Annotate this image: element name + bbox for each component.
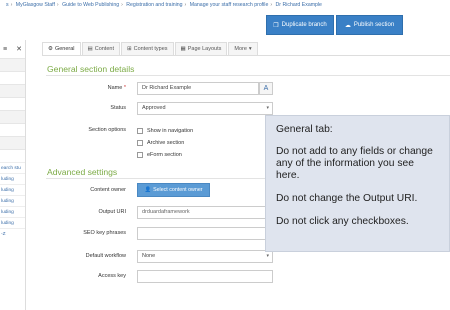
status-value: Approved: [142, 105, 166, 111]
tab-label: Page Layouts: [187, 45, 222, 52]
sidebar-row[interactable]: [0, 136, 25, 149]
show-in-navigation-checkbox[interactable]: [137, 127, 143, 134]
sidebar-row[interactable]: [0, 149, 25, 162]
default-workflow-label: Default workflow: [85, 253, 126, 259]
breadcrumb-link[interactable]: MyGlasgow Staff: [16, 2, 55, 8]
access-key-input[interactable]: [137, 270, 273, 283]
sidebar-row[interactable]: [0, 58, 25, 71]
advanced-section-title: Advanced settings: [47, 167, 118, 177]
sidebar-row[interactable]: [0, 71, 25, 84]
breadcrumb-separator: ›: [56, 2, 59, 8]
sidebar-item[interactable]: earch stu: [0, 162, 25, 173]
tab-general[interactable]: ⚙ General: [42, 42, 81, 55]
checkbox-label: eForm section: [147, 151, 182, 158]
breadcrumb-current[interactable]: Dr Richard Example: [276, 2, 322, 8]
sidebar-item[interactable]: luding: [0, 195, 25, 206]
default-workflow-select[interactable]: None ▾: [137, 250, 273, 263]
sidebar-item[interactable]: luding: [0, 217, 25, 228]
breadcrumb: s › MyGlasgow Staff › Guide to Web Publish…: [0, 2, 450, 14]
breadcrumb-separator: ›: [121, 2, 123, 8]
sidebar-item[interactable]: luding: [0, 206, 25, 217]
archive-section-checkbox[interactable]: [137, 139, 143, 146]
content-owner-label: Content owner: [90, 187, 126, 193]
tab-label: More: [234, 45, 247, 52]
output-uri-input[interactable]: drduardaframework: [137, 206, 273, 219]
publish-icon: ☁: [344, 22, 351, 29]
name-label: Name *: [36, 85, 126, 91]
section-divider: [46, 75, 450, 76]
archive-section-option: Archive section: [137, 138, 184, 147]
workflow-value: None: [142, 253, 156, 259]
callout-line: Do not change the Output URI.: [276, 193, 418, 204]
show-in-navigation-option: Show in navigation: [137, 126, 193, 135]
breadcrumb-separator: ›: [270, 2, 273, 8]
gear-icon: ⚙: [48, 45, 53, 52]
callout-title: General tab:: [276, 124, 333, 135]
copy-icon: ❐: [273, 22, 279, 29]
tab-divider: [42, 55, 450, 56]
chevron-down-icon: ▾: [266, 105, 269, 111]
eform-section-checkbox[interactable]: [137, 151, 143, 158]
sidebar-row[interactable]: [0, 123, 25, 136]
chevron-down-icon: ▾: [266, 253, 269, 259]
tab-label: Content types: [133, 45, 168, 52]
breadcrumb-separator: ›: [184, 2, 187, 8]
select-content-owner-label: Select content owner: [153, 187, 203, 193]
callout-line: Do not click any checkboxes.: [276, 216, 409, 227]
sidebar-row[interactable]: [0, 110, 25, 123]
user-icon: 👤: [144, 187, 152, 193]
document-icon: ▤: [87, 45, 93, 52]
output-uri-label: Output URI: [98, 209, 126, 215]
breadcrumb-link[interactable]: Manage your staff research profile: [190, 2, 269, 8]
layout-icon: ▦: [180, 45, 186, 52]
breadcrumb-separator: ›: [10, 2, 13, 8]
sidebar-item[interactable]: luding: [0, 173, 25, 184]
tab-label: Content: [94, 45, 114, 52]
checkbox-label: Show in navigation: [147, 127, 194, 134]
sidebar-item[interactable]: luding: [0, 184, 25, 195]
instruction-callout: General tab: Do not add to any fields or…: [265, 115, 450, 252]
seo-key-phrases-input[interactable]: [137, 227, 273, 240]
sidebar-header: ≡ ✕: [0, 40, 25, 58]
text-format-icon[interactable]: A: [259, 82, 273, 95]
sidebar-row[interactable]: [0, 84, 25, 97]
publish-section-button[interactable]: ☁ Publish section: [336, 15, 403, 35]
name-input[interactable]: Dr Richard Example: [137, 82, 259, 95]
required-marker: *: [123, 85, 126, 91]
callout-line: Do not add to any fields or change any o…: [276, 146, 433, 181]
tab-bar: ⚙ General ▤ Content ⊞ Content types ▦ Pa…: [42, 42, 259, 55]
breadcrumb-link[interactable]: Guide to Web Publishing: [62, 2, 119, 8]
access-key-label: Access key: [98, 273, 126, 279]
publish-section-label: Publish section: [353, 22, 395, 28]
breadcrumb-link[interactable]: Registration and training: [126, 2, 182, 8]
tab-more[interactable]: More ▾: [228, 42, 258, 55]
sidebar-item[interactable]: -Z: [0, 228, 25, 239]
sidebar: ≡ ✕ earch stu luding luding luding ludin…: [0, 40, 26, 310]
tab-content-types[interactable]: ⊞ Content types: [120, 42, 174, 55]
section-options-label: Section options: [88, 127, 126, 133]
tab-content[interactable]: ▤ Content: [81, 42, 120, 55]
breadcrumb-link[interactable]: s: [6, 2, 9, 8]
tab-label: General: [54, 45, 75, 52]
checkbox-label: Archive section: [147, 139, 185, 146]
eform-section-option: eForm section: [137, 150, 182, 159]
collapse-icon[interactable]: ≡: [3, 46, 7, 53]
sidebar-row[interactable]: [0, 97, 25, 110]
name-label-text: Name: [107, 85, 123, 91]
close-icon[interactable]: ✕: [16, 45, 22, 53]
chevron-down-icon: ▾: [248, 45, 252, 52]
duplicate-branch-button[interactable]: ❐ Duplicate branch: [266, 15, 334, 35]
status-label: Status: [110, 105, 126, 111]
grid-icon: ⊞: [126, 45, 132, 52]
duplicate-branch-label: Duplicate branch: [281, 22, 327, 28]
general-section-title: General section details: [47, 64, 135, 74]
tab-page-layouts[interactable]: ▦ Page Layouts: [174, 42, 228, 55]
select-content-owner-button[interactable]: 👤 Select content owner: [137, 183, 210, 197]
status-select[interactable]: Approved ▾: [137, 102, 273, 115]
seo-key-phrases-label: SEO key phrases: [83, 230, 126, 236]
